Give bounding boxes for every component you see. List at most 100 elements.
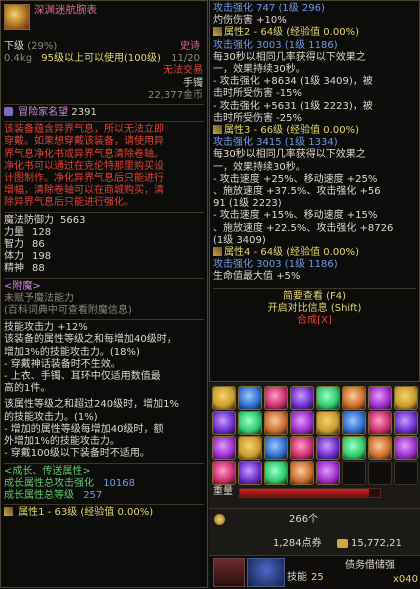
property-line: - 攻击速度 +15%、移动速度 +15%: [213, 210, 416, 222]
property-line: (1级 3409): [213, 235, 416, 247]
inventory-slot[interactable]: [342, 411, 366, 435]
gold-icon: [337, 539, 348, 548]
property-text: 属性4 - 64级 (经验值 0.00%): [224, 247, 359, 259]
adventurer-fame-label: 冒险家名望: [18, 107, 69, 119]
property-text: 攻击强化 3415 (1级 1334): [213, 137, 338, 149]
property-text: 击时所受伤害 -15%: [213, 88, 303, 100]
property-line: 攻击强化 3003 (1级 1186): [213, 40, 416, 52]
inventory-slot[interactable]: [316, 461, 340, 485]
compare-info-button[interactable]: 开启对比信息 (Shift): [213, 303, 416, 315]
inventory-slot[interactable]: [368, 461, 392, 485]
compose-button[interactable]: 合成[X]: [213, 315, 416, 327]
inventory-slot[interactable]: [342, 386, 366, 410]
property-icon: [213, 247, 222, 257]
property-text: 一，效果持续30秒。: [213, 161, 306, 173]
currency-row: 1,284点券 15,772,21: [209, 533, 420, 553]
stat-label: 力量: [4, 226, 24, 238]
property-text: - 攻击速度 +15%、移动速度 +15%: [213, 210, 378, 222]
inventory-slot[interactable]: [368, 436, 392, 460]
brief-view-button[interactable]: 简要查看 (F4): [213, 291, 416, 303]
property-text: 、施放速度 +22.5%、攻击强化 +8726: [213, 222, 394, 234]
inventory-slot[interactable]: [264, 386, 288, 410]
item-title: 深渊迷航腕表: [34, 4, 97, 16]
inventory-slot[interactable]: [290, 411, 314, 435]
otherworld-warning: 该装备蕴含异界气息，所以无法立即 穿戴。如果想穿戴该装备，请使用异 界气息净化书或异…: [4, 124, 204, 209]
inventory-slot[interactable]: [368, 411, 392, 435]
property-text: - 攻击强化 +8634 (1级 3409)，被: [213, 76, 373, 88]
property-text: - 攻击速度 +25%、移动速度 +25%: [213, 173, 378, 185]
property-header: 属性3 - 66级 (经验值 0.00%): [213, 125, 416, 137]
property-line: 一，效果持续30秒。: [213, 64, 416, 76]
skill-button[interactable]: [213, 558, 245, 587]
weight-label: 重量: [213, 486, 233, 497]
inventory-slot[interactable]: [342, 436, 366, 460]
stat-value: 198: [32, 251, 52, 263]
inventory-slot[interactable]: [316, 411, 340, 435]
inventory-slot[interactable]: [290, 436, 314, 460]
property-text: 每30秒以相同几率获得以下效果之: [213, 51, 366, 63]
property-text: 攻击强化 747 (1级 296): [213, 3, 325, 14]
inventory-slot[interactable]: [290, 386, 314, 410]
property-line: - 攻击速度 +25%、移动速度 +25%: [213, 174, 416, 186]
inventory-slot[interactable]: [212, 411, 236, 435]
stat-row: 力量 128: [4, 227, 204, 239]
inventory-slot[interactable]: [368, 386, 392, 410]
coin-icon: [214, 514, 225, 525]
warning-line: 计图制作。净化异界气息后只能进行: [4, 173, 164, 185]
stat-label: 体力: [4, 251, 24, 263]
option-line: 该装备的属性等级之和每增加40级时，: [4, 334, 177, 346]
option-line: 外增加1%的技能攻击力。: [4, 436, 120, 448]
inventory-slot[interactable]: [290, 461, 314, 485]
warning-line: 穿戴。如果想穿戴该装备，请使用异: [4, 136, 164, 148]
property-line: 攻击强化 747 (1级 296): [213, 3, 416, 15]
inventory-slot[interactable]: [212, 386, 236, 410]
inventory-slot[interactable]: [316, 436, 340, 460]
property-text: 每30秒以相同几率获得以下效果之: [213, 149, 366, 161]
property-header: 属性4 - 64级 (经验值 0.00%): [213, 247, 416, 259]
inventory-slot[interactable]: [238, 461, 262, 485]
growth-header: <成长、传送属性>: [4, 465, 91, 477]
inventory-slot[interactable]: [394, 411, 418, 435]
warning-line: 净化书可以通过在克伦特那里购买设: [4, 160, 164, 172]
property-icon: [4, 507, 13, 517]
item-weight: 0.4kg: [4, 53, 33, 65]
bottom-bar: 技能 25 债务借储强 x040: [209, 555, 420, 589]
stat-row: 体力 198: [4, 251, 204, 263]
gold-balance: 15,772,21: [351, 538, 402, 549]
sell-price: 22,377金币: [148, 89, 203, 101]
inventory-slot[interactable]: [238, 386, 262, 410]
base-stats: 魔法防御力 5663 力量 128 智力 86 体力 198 精神 88: [4, 215, 204, 276]
inventory-slot[interactable]: [394, 461, 418, 485]
inventory-slot[interactable]: [394, 386, 418, 410]
stat-label: 智力: [4, 239, 24, 251]
bottom-label: 债务借储强: [345, 560, 395, 571]
stat-label: 精神: [4, 263, 24, 275]
warning-line: 除异界气息后只能进行强化。: [4, 197, 134, 209]
inventory-slot[interactable]: [238, 411, 262, 435]
inventory-slot[interactable]: [394, 436, 418, 460]
inventory-slot[interactable]: [212, 461, 236, 485]
inventory-slot[interactable]: [264, 411, 288, 435]
option-description-1: 该装备的属性等级之和每增加40级时， 增加3%的技能攻击力。(18%) - 穿戴神话…: [4, 334, 204, 395]
rarity-label: 下级: [4, 41, 24, 52]
property-text: (1级 3409): [213, 234, 266, 246]
no-trade-label: 无法交易: [163, 65, 203, 77]
inventory-slot[interactable]: [316, 386, 340, 410]
property-icon: [213, 27, 222, 37]
inventory-slot[interactable]: [212, 436, 236, 460]
property-line: 一，效果持续30秒。: [213, 162, 416, 174]
option-description-2: 该属性等级之和超过240级时，增加1% 的技能攻击力。(1%) - 增加的属性等级每…: [4, 399, 204, 460]
points-balance: 1,284点券: [273, 538, 322, 549]
portrait-frame: [247, 558, 285, 587]
growth-attack-label: 成长属性总攻击强化: [4, 477, 94, 489]
inventory-slot[interactable]: [264, 436, 288, 460]
inventory-slot[interactable]: [264, 461, 288, 485]
property-text: 属性3 - 66级 (经验值 0.00%): [224, 125, 359, 137]
property-lines: 攻击强化 747 (1级 296) 灼伤伤害 +10% 属性2 - 64级 (经验值…: [213, 3, 416, 284]
property-icon: [213, 125, 222, 135]
warning-line: 增幅，清除卷轴可以在商城购买，清: [4, 185, 164, 197]
inventory-slot[interactable]: [238, 436, 262, 460]
growth-level-value: 257: [83, 489, 103, 501]
inventory-slot[interactable]: [342, 461, 366, 485]
coin-row: 266个: [209, 508, 420, 531]
